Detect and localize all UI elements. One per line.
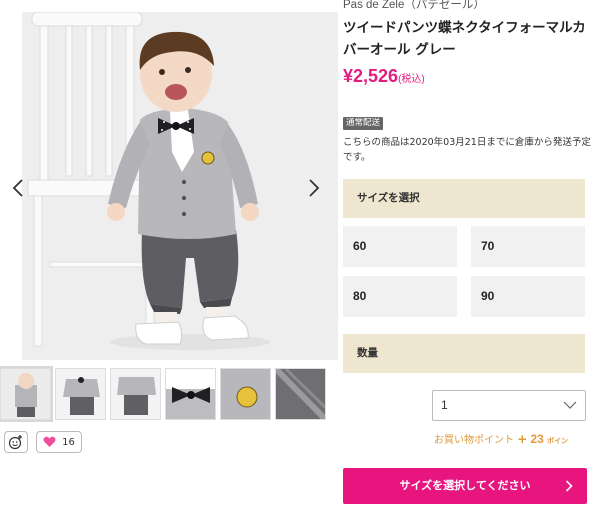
brand-name[interactable]: Pas de Zele（パデゼール） — [343, 0, 485, 12]
size-option-90[interactable]: 90 — [471, 276, 585, 317]
select-size-button[interactable]: サイズを選択してください — [343, 468, 587, 504]
thumbnail-4[interactable] — [165, 368, 216, 420]
thumbnail-1[interactable] — [0, 366, 53, 422]
main-product-image — [22, 12, 338, 360]
points-unit: ポイン — [546, 437, 568, 445]
points-info: お買い物ポイント + 23 ポイン — [434, 431, 568, 446]
like-count: 16 — [62, 436, 75, 448]
thumbnail-6[interactable] — [275, 368, 326, 420]
like-button[interactable]: 16 — [36, 431, 82, 453]
quantity-section-heading: 数量 — [343, 334, 585, 373]
smiley-plus-icon — [8, 435, 22, 450]
thumbnail-2[interactable] — [55, 368, 106, 420]
thumbnail-3[interactable] — [110, 368, 161, 420]
tax-note: (税込) — [398, 74, 425, 85]
size-section-heading: サイズを選択 — [343, 179, 585, 218]
price-value: ¥2,526 — [343, 66, 399, 86]
product-title: ツイードパンツ蝶ネクタイフォーマルカバーオール グレー — [343, 20, 586, 58]
shipping-badge: 通常配送 — [343, 117, 384, 130]
heart-icon — [43, 436, 56, 447]
points-plus: + — [517, 432, 528, 446]
shipping-note: こちらの商品は2020年03月21日までに倉庫から発送予定です。 — [343, 137, 591, 163]
chevron-left-icon — [12, 179, 23, 197]
thumbnail-strip — [0, 366, 330, 422]
chevron-right-icon — [309, 179, 320, 197]
points-value: 23 — [530, 432, 544, 446]
size-option-80[interactable]: 80 — [343, 276, 457, 317]
thumbnail-5[interactable] — [220, 368, 271, 420]
reaction-button[interactable] — [4, 431, 28, 453]
quantity-value: 1 — [441, 398, 448, 412]
price: ¥2,526(税込) — [343, 66, 425, 87]
size-option-70[interactable]: 70 — [471, 226, 585, 267]
quantity-select[interactable]: 1 — [432, 390, 586, 421]
size-option-60[interactable]: 60 — [343, 226, 457, 267]
points-label: お買い物ポイント — [434, 435, 514, 446]
prev-image-button[interactable] — [2, 168, 34, 208]
cta-label: サイズを選択してください — [399, 479, 531, 492]
chevron-right-icon — [565, 480, 573, 492]
chevron-down-icon — [563, 401, 577, 409]
next-image-button[interactable] — [298, 168, 330, 208]
